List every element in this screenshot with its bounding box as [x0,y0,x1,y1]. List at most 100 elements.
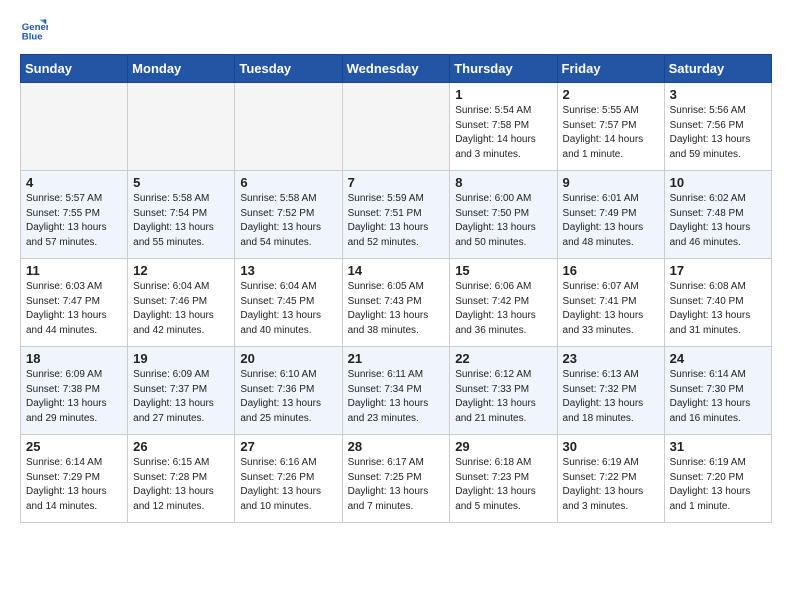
day-number: 9 [563,175,659,190]
day-number: 6 [240,175,336,190]
calendar-cell [235,83,342,171]
calendar-cell: 24Sunrise: 6:14 AMSunset: 7:30 PMDayligh… [664,347,771,435]
header-friday: Friday [557,55,664,83]
day-info: Sunrise: 6:06 AMSunset: 7:42 PMDaylight:… [455,280,551,338]
header-wednesday: Wednesday [342,55,450,83]
day-number: 30 [563,439,659,454]
header-thursday: Thursday [450,55,557,83]
day-info: Sunrise: 5:55 AMSunset: 7:57 PMDaylight:… [563,104,659,162]
calendar-cell: 1 Sunrise: 5:54 AMSunset: 7:58 PMDaylight… [450,83,557,171]
day-info: Sunrise: 6:18 AMSunset: 7:23 PMDaylight:… [455,456,551,514]
calendar-cell: 16 Sunrise: 6:07 AMSunset: 7:41 PMDayligh… [557,259,664,347]
calendar-cell: 18 Sunrise: 6:09 AMSunset: 7:38 PMDayligh… [21,347,128,435]
day-number: 18 [26,351,122,366]
day-number: 2 [563,87,659,102]
calendar-cell: 26 Sunrise: 6:15 AMSunset: 7:28 PMDayligh… [128,435,235,523]
day-number: 21 [348,351,445,366]
header-sunday: Sunday [21,55,128,83]
day-number: 16 [563,263,659,278]
calendar-cell: 6 Sunrise: 5:58 AMSunset: 7:52 PMDaylight… [235,171,342,259]
calendar-cell: 23 Sunrise: 6:13 AMSunset: 7:32 PMDayligh… [557,347,664,435]
day-info: Sunrise: 5:56 AMSunset: 7:56 PMDaylight:… [670,104,766,162]
day-number: 28 [348,439,445,454]
calendar-cell: 25 Sunrise: 6:14 AMSunset: 7:29 PMDayligh… [21,435,128,523]
day-info: Sunrise: 6:19 AMSunset: 7:20 PMDaylight:… [670,456,766,514]
day-number: 19 [133,351,229,366]
day-number: 5 [133,175,229,190]
day-number: 12 [133,263,229,278]
calendar-cell: 21 Sunrise: 6:11 AMSunset: 7:34 PMDayligh… [342,347,450,435]
calendar-cell: 2 Sunrise: 5:55 AMSunset: 7:57 PMDaylight… [557,83,664,171]
day-info: Sunrise: 6:17 AMSunset: 7:25 PMDaylight:… [348,456,445,514]
calendar-cell: 5 Sunrise: 5:58 AMSunset: 7:54 PMDaylight… [128,171,235,259]
day-number: 13 [240,263,336,278]
day-number: 29 [455,439,551,454]
day-info: Sunrise: 6:03 AMSunset: 7:47 PMDaylight:… [26,280,122,338]
svg-text:Blue: Blue [22,32,43,43]
day-info: Sunrise: 5:57 AMSunset: 7:55 PMDaylight:… [26,192,122,250]
day-number: 31 [670,439,766,454]
calendar-cell: 20 Sunrise: 6:10 AMSunset: 7:36 PMDayligh… [235,347,342,435]
day-number: 8 [455,175,551,190]
day-info: Sunrise: 6:05 AMSunset: 7:43 PMDaylight:… [348,280,445,338]
logo: General Blue [20,16,52,44]
calendar-cell: 4 Sunrise: 5:57 AMSunset: 7:55 PMDaylight… [21,171,128,259]
day-info: Sunrise: 5:58 AMSunset: 7:52 PMDaylight:… [240,192,336,250]
day-info: Sunrise: 6:15 AMSunset: 7:28 PMDaylight:… [133,456,229,514]
calendar-week-2: 11 Sunrise: 6:03 AMSunset: 7:47 PMDayligh… [21,259,772,347]
calendar-cell [128,83,235,171]
day-number: 23 [563,351,659,366]
calendar-cell: 8Sunrise: 6:00 AMSunset: 7:50 PMDaylight… [450,171,557,259]
calendar-cell: 28 Sunrise: 6:17 AMSunset: 7:25 PMDayligh… [342,435,450,523]
day-info: Sunrise: 6:19 AMSunset: 7:22 PMDaylight:… [563,456,659,514]
day-number: 1 [455,87,551,102]
calendar-cell: 9Sunrise: 6:01 AMSunset: 7:49 PMDaylight… [557,171,664,259]
day-info: Sunrise: 5:58 AMSunset: 7:54 PMDaylight:… [133,192,229,250]
calendar-cell: 22 Sunrise: 6:12 AMSunset: 7:33 PMDayligh… [450,347,557,435]
day-info: Sunrise: 6:11 AMSunset: 7:34 PMDaylight:… [348,368,445,426]
calendar-cell: 30 Sunrise: 6:19 AMSunset: 7:22 PMDayligh… [557,435,664,523]
calendar-cell: 7Sunrise: 5:59 AMSunset: 7:51 PMDaylight… [342,171,450,259]
day-info: Sunrise: 6:09 AMSunset: 7:37 PMDaylight:… [133,368,229,426]
day-number: 3 [670,87,766,102]
day-info: Sunrise: 6:10 AMSunset: 7:36 PMDaylight:… [240,368,336,426]
calendar-cell: 19 Sunrise: 6:09 AMSunset: 7:37 PMDayligh… [128,347,235,435]
calendar-cell: 10 Sunrise: 6:02 AMSunset: 7:48 PMDayligh… [664,171,771,259]
logo-icon: General Blue [20,16,48,44]
day-info: Sunrise: 6:14 AMSunset: 7:29 PMDaylight:… [26,456,122,514]
calendar-cell: 17 Sunrise: 6:08 AMSunset: 7:40 PMDayligh… [664,259,771,347]
day-info: Sunrise: 6:09 AMSunset: 7:38 PMDaylight:… [26,368,122,426]
day-number: 7 [348,175,445,190]
day-info: Sunrise: 5:54 AMSunset: 7:58 PMDaylight:… [455,104,551,162]
day-number: 17 [670,263,766,278]
day-info: Sunrise: 6:02 AMSunset: 7:48 PMDaylight:… [670,192,766,250]
calendar-cell: 27Sunrise: 6:16 AMSunset: 7:26 PMDayligh… [235,435,342,523]
calendar-cell: 13Sunrise: 6:04 AMSunset: 7:45 PMDayligh… [235,259,342,347]
day-number: 27 [240,439,336,454]
day-info: Sunrise: 6:12 AMSunset: 7:33 PMDaylight:… [455,368,551,426]
day-info: Sunrise: 6:08 AMSunset: 7:40 PMDaylight:… [670,280,766,338]
calendar-week-1: 4 Sunrise: 5:57 AMSunset: 7:55 PMDaylight… [21,171,772,259]
day-number: 26 [133,439,229,454]
calendar: SundayMondayTuesdayWednesdayThursdayFrid… [20,54,772,523]
day-info: Sunrise: 6:13 AMSunset: 7:32 PMDaylight:… [563,368,659,426]
day-number: 24 [670,351,766,366]
calendar-cell: 14 Sunrise: 6:05 AMSunset: 7:43 PMDayligh… [342,259,450,347]
page-header: General Blue [20,16,772,44]
day-number: 11 [26,263,122,278]
calendar-week-3: 18 Sunrise: 6:09 AMSunset: 7:38 PMDayligh… [21,347,772,435]
day-number: 22 [455,351,551,366]
day-number: 14 [348,263,445,278]
calendar-cell: 29 Sunrise: 6:18 AMSunset: 7:23 PMDayligh… [450,435,557,523]
day-number: 10 [670,175,766,190]
day-number: 20 [240,351,336,366]
day-number: 4 [26,175,122,190]
calendar-week-4: 25 Sunrise: 6:14 AMSunset: 7:29 PMDayligh… [21,435,772,523]
calendar-cell: 3 Sunrise: 5:56 AMSunset: 7:56 PMDaylight… [664,83,771,171]
day-info: Sunrise: 6:07 AMSunset: 7:41 PMDaylight:… [563,280,659,338]
calendar-cell: 11 Sunrise: 6:03 AMSunset: 7:47 PMDayligh… [21,259,128,347]
day-number: 25 [26,439,122,454]
day-info: Sunrise: 6:04 AMSunset: 7:46 PMDaylight:… [133,280,229,338]
header-saturday: Saturday [664,55,771,83]
calendar-cell [342,83,450,171]
